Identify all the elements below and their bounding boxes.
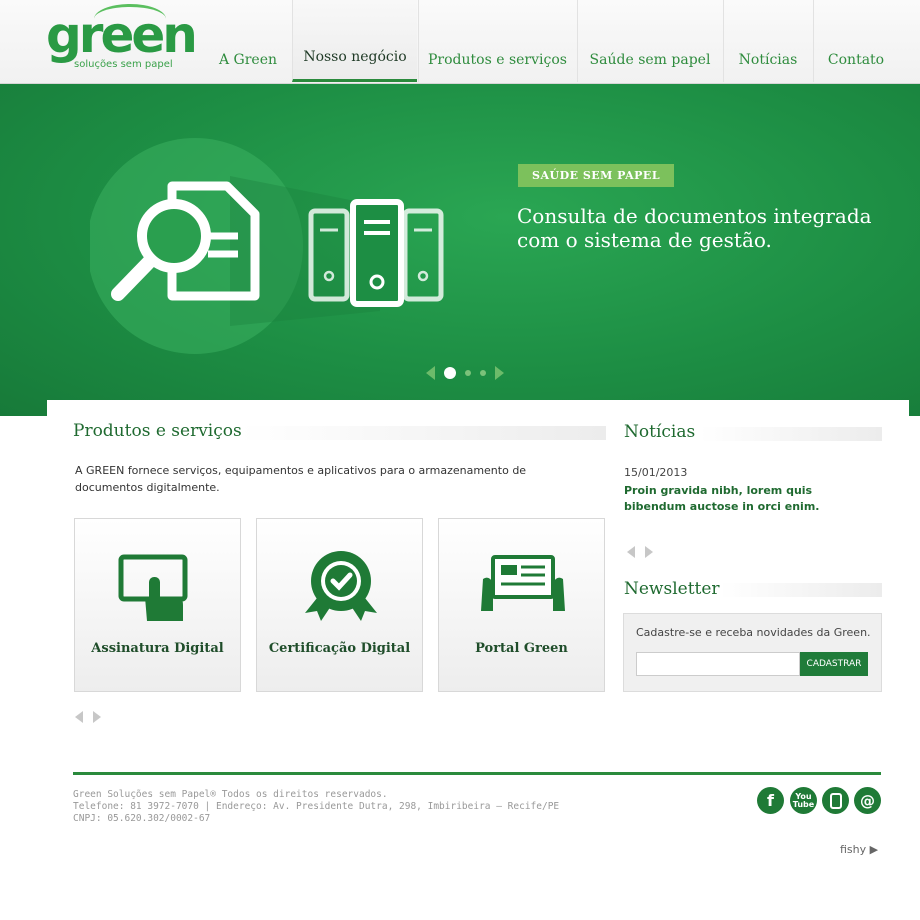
facebook-icon[interactable]: f bbox=[757, 787, 784, 814]
footer-cnpj: CNPJ: 05.620.302/0002-67 bbox=[73, 813, 211, 824]
nav-item-nosso-negocio[interactable]: Nosso negócio bbox=[292, 0, 417, 82]
news-next-icon[interactable] bbox=[645, 546, 653, 558]
footer-contact: Telefone: 81 3972-7070 | Endereço: Av. P… bbox=[73, 801, 560, 812]
slider-controls bbox=[426, 366, 504, 380]
news-carousel-controls bbox=[627, 546, 653, 558]
news-section-title: Notícias bbox=[624, 422, 696, 442]
footer-copyright: Green Soluções sem Papel® Todos os direi… bbox=[73, 789, 388, 800]
news-prev-icon[interactable] bbox=[627, 546, 635, 558]
product-card-certificacao-digital[interactable]: Certificação Digital bbox=[256, 518, 423, 692]
developer-credit-text: fishy bbox=[840, 843, 867, 856]
logo-wordmark: green bbox=[46, 6, 198, 64]
certificate-seal-icon bbox=[305, 551, 377, 621]
news-date: 15/01/2013 bbox=[624, 466, 688, 479]
nav-item-produtos-servicos[interactable]: Produtos e serviços bbox=[418, 0, 576, 82]
product-card-assinatura-digital[interactable]: Assinatura Digital bbox=[74, 518, 241, 692]
footer-divider bbox=[73, 772, 881, 775]
brand-logo[interactable]: green soluções sem papel bbox=[44, 4, 198, 78]
products-description: A GREEN fornece serviços, equipamentos e… bbox=[75, 464, 527, 494]
newsletter-section-title: Newsletter bbox=[624, 579, 720, 599]
tablet-touch-icon bbox=[118, 554, 188, 621]
page: green soluções sem papel A Green Nosso n… bbox=[0, 0, 920, 920]
newsletter-email-input[interactable] bbox=[636, 652, 800, 676]
products-prev-icon[interactable] bbox=[75, 711, 83, 723]
hero-category-tag[interactable]: SAÚDE SEM PAPEL bbox=[518, 164, 675, 187]
document-search-illustration-icon bbox=[90, 138, 444, 354]
newsletter-subscribe-button[interactable]: CADASTRAR bbox=[800, 652, 868, 676]
nav-item-a-green[interactable]: A Green bbox=[205, 0, 291, 82]
logo-tagline: soluções sem papel bbox=[74, 59, 173, 70]
product-card-label: Portal Green bbox=[475, 641, 568, 656]
hero-banner: SAÚDE SEM PAPEL Consulta de documentos i… bbox=[0, 84, 920, 416]
products-next-icon[interactable] bbox=[93, 711, 101, 723]
products-section-title: Produtos e serviços bbox=[73, 421, 242, 441]
slider-dot-2[interactable] bbox=[465, 370, 471, 376]
mobile-icon[interactable] bbox=[822, 787, 849, 814]
document-portal-icon bbox=[481, 555, 565, 611]
newsletter-text: Cadastre-se e receba novidades da Green. bbox=[636, 626, 871, 639]
slider-dot-3[interactable] bbox=[480, 370, 486, 376]
product-card-label: Certificação Digital bbox=[268, 641, 411, 656]
product-card-label: Assinatura Digital bbox=[91, 641, 224, 656]
slider-prev-icon[interactable] bbox=[426, 366, 435, 380]
newsletter-box: Cadastre-se e receba novidades da Green.… bbox=[623, 613, 882, 692]
section-divider bbox=[720, 583, 882, 597]
nav-item-saude-sem-papel[interactable]: Saúde sem papel bbox=[577, 0, 722, 82]
news-headline-link[interactable]: Proin gravida nibh, lorem quis bibendum … bbox=[624, 483, 874, 515]
nav-item-noticias[interactable]: Notícias bbox=[723, 0, 812, 82]
section-divider bbox=[700, 427, 882, 441]
nav-item-contato[interactable]: Contato bbox=[813, 0, 898, 82]
products-carousel-controls bbox=[75, 711, 101, 723]
email-icon[interactable]: @ bbox=[854, 787, 881, 814]
youtube-icon[interactable]: You Tube bbox=[790, 787, 817, 814]
product-card-portal-green[interactable]: Portal Green bbox=[438, 518, 605, 692]
footer-info: Green Soluções sem Papel® Todos os direi… bbox=[73, 789, 559, 825]
slider-next-icon[interactable] bbox=[495, 366, 504, 380]
developer-credit-link[interactable]: fishy ▶ bbox=[840, 843, 878, 856]
header: green soluções sem papel A Green Nosso n… bbox=[0, 0, 920, 84]
fishy-logo-icon: ▶ bbox=[869, 843, 879, 856]
hero-headline: Consulta de documentos integrada com o s… bbox=[517, 204, 872, 252]
section-divider bbox=[240, 426, 606, 440]
slider-dot-1[interactable] bbox=[444, 367, 456, 379]
